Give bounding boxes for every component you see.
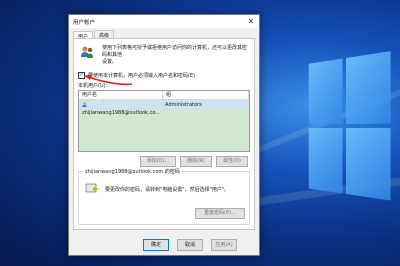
annotation-arrow xyxy=(84,74,133,86)
